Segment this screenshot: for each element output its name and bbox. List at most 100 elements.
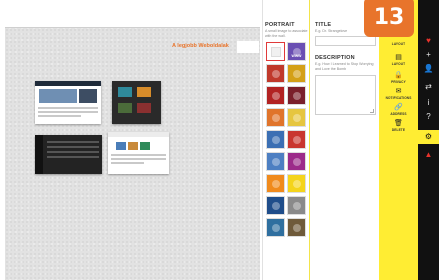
portrait-title: PORTRAIT [265, 22, 295, 28]
portrait-thumb[interactable] [266, 218, 285, 237]
settings-icon[interactable]: ⚙ [418, 130, 439, 144]
tool-portrait[interactable]: LAYOUT [379, 42, 418, 46]
portrait-subtitle: A small image to associate with the wall… [265, 29, 308, 38]
alert-icon[interactable]: ▲ [418, 150, 439, 160]
wall-post-screenshot[interactable] [112, 81, 161, 124]
portrait-thumb-image [293, 180, 301, 188]
portrait-thumb-image [293, 92, 301, 100]
portrait-thumb-image [293, 114, 301, 122]
portrait-thumb[interactable] [266, 196, 285, 215]
portrait-thumb-image [272, 92, 280, 100]
wall-title[interactable]: A legjobb Weboldalak [172, 43, 229, 49]
tool-label: DELETE [391, 128, 406, 132]
post-header-bar [35, 81, 101, 86]
tool-notifications[interactable]: ✉ NOTIFICATIONS [379, 88, 418, 100]
description-label: DESCRIPTION [315, 55, 355, 61]
post-text-line [47, 146, 99, 148]
wall-title-field[interactable] [237, 41, 259, 53]
portrait-thumb[interactable]: WWW [287, 42, 306, 61]
link-icon: 🔗 [394, 104, 403, 111]
post-text-line [111, 154, 166, 156]
description-hint: E.g. How I Learned to Stop Worrying and … [315, 62, 374, 71]
post-text-line [47, 141, 99, 143]
title-input[interactable] [315, 36, 376, 46]
tool-label: LAYOUT [391, 62, 406, 66]
portrait-thumb[interactable] [287, 174, 306, 193]
tool-label: ADDRESS [390, 112, 407, 116]
envelope-icon: ✉ [395, 88, 402, 95]
portrait-thumb-image [293, 224, 301, 232]
post-image-block [118, 87, 132, 97]
wall-canvas: A legjobb Weboldalak [0, 0, 262, 280]
tool-label: LAYOUT [391, 42, 406, 46]
post-text-line [111, 162, 144, 164]
post-image-block [116, 142, 126, 150]
post-image-block [137, 103, 151, 113]
post-image-block [140, 142, 150, 150]
post-text-line [38, 107, 98, 109]
portrait-thumb-label: WWW [291, 54, 302, 58]
wall-post-screenshot[interactable] [35, 81, 101, 124]
portrait-thumb[interactable] [266, 152, 285, 171]
portrait-thumb-image [272, 70, 280, 78]
info-icon[interactable]: i [418, 98, 439, 108]
post-image-block [128, 142, 138, 150]
portrait-thumb[interactable] [266, 108, 285, 127]
portrait-thumb[interactable] [266, 86, 285, 105]
tool-delete[interactable]: 🗑 DELETE [379, 120, 418, 132]
resize-grip-icon[interactable] [370, 109, 374, 113]
portrait-thumb[interactable] [266, 174, 285, 193]
layout-icon: ▤ [395, 54, 402, 61]
padlet-logo-icon[interactable]: ♥ [418, 36, 439, 46]
portrait-thumb-selected[interactable] [266, 42, 285, 61]
tool-address[interactable]: 🔗 ADDRESS [379, 104, 418, 116]
tool-layout[interactable]: ▤ LAYOUT [379, 54, 418, 66]
padlet-screen: A legjobb Weboldalak PORTRAIT A small im… [0, 0, 439, 280]
post-image-block [39, 89, 77, 103]
main-menu-bar: ♥ + 👤 ⇄ i? ⚙ ▲ [418, 0, 439, 280]
portrait-thumb[interactable] [266, 130, 285, 149]
portrait-panel: PORTRAIT A small image to associate with… [262, 0, 310, 280]
trash-icon: 🗑 [394, 120, 403, 127]
post-header-bar [108, 132, 169, 137]
post-text-line [111, 158, 166, 160]
post-text-line [38, 111, 98, 113]
help-icon[interactable]: ? [418, 112, 439, 122]
post-image-block [137, 87, 151, 97]
portrait-thumb[interactable] [287, 108, 306, 127]
post-image-block [79, 89, 97, 103]
portrait-thumb-image [272, 136, 280, 144]
profile-icon[interactable]: 👤 [418, 64, 439, 74]
portrait-thumb-image [272, 158, 280, 166]
post-text-line [38, 115, 81, 117]
portrait-thumb-image [293, 70, 301, 78]
portrait-thumb[interactable] [287, 86, 306, 105]
portrait-thumb[interactable] [287, 130, 306, 149]
portrait-thumb[interactable] [287, 218, 306, 237]
portrait-thumb-image [272, 202, 280, 210]
share-icon[interactable]: ⇄ [418, 82, 439, 92]
tool-label: NOTIFICATIONS [385, 96, 412, 100]
step-number-badge: 13 [364, 0, 414, 37]
title-label: TITLE [315, 22, 332, 28]
tool-privacy[interactable]: 🔒 PRIVACY [379, 72, 418, 84]
portrait-thumb-image [271, 47, 281, 57]
settings-toolbar: LAYOUT ▤ LAYOUT 🔒 PRIVACY ✉ NOTIFICATION… [379, 0, 418, 280]
wall-post-screenshot[interactable] [108, 132, 169, 174]
add-icon[interactable]: + [418, 50, 439, 60]
wall-info-form: TITLE E.g. Dr. Strangelove DESCRIPTION E… [311, 0, 379, 280]
portrait-thumb-image [293, 202, 301, 210]
post-text-line [47, 156, 99, 158]
portrait-thumb-image [293, 136, 301, 144]
description-input[interactable] [315, 75, 376, 115]
post-image-block [118, 103, 132, 113]
post-sidebar [35, 135, 43, 174]
portrait-thumb[interactable] [287, 196, 306, 215]
portrait-thumb[interactable] [287, 152, 306, 171]
portrait-thumb-image [272, 224, 280, 232]
portrait-thumb[interactable] [266, 64, 285, 83]
wall-post-screenshot[interactable] [35, 135, 102, 174]
portrait-thumb-image [272, 114, 280, 122]
portrait-thumb[interactable] [287, 64, 306, 83]
lock-icon: 🔒 [394, 72, 403, 79]
